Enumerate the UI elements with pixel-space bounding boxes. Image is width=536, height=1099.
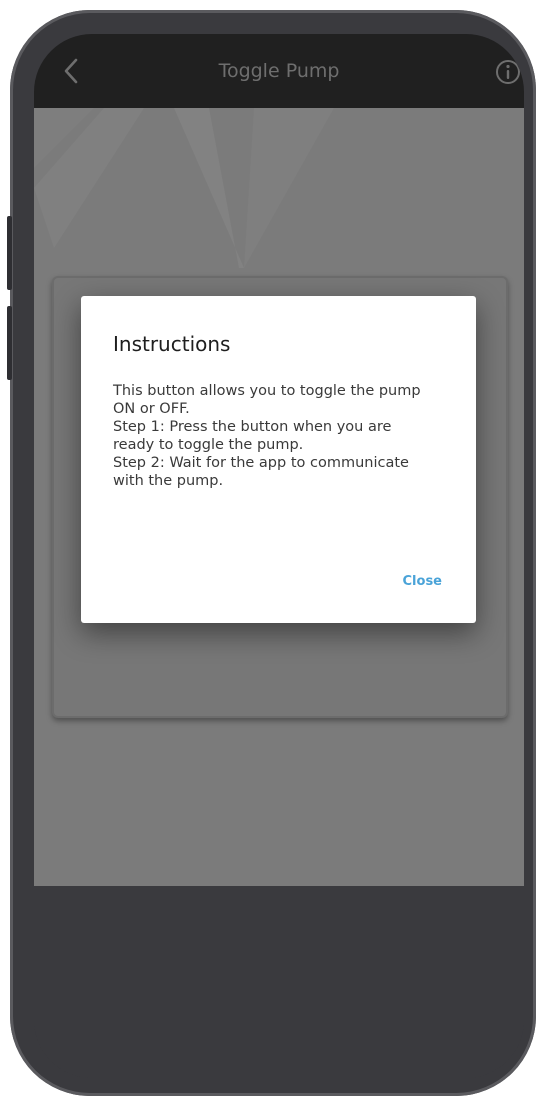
close-button[interactable]: Close — [403, 574, 442, 589]
dialog-line: ON or OFF. — [113, 401, 190, 417]
dialog-line: with the pump. — [113, 473, 224, 489]
volume-up-button — [7, 216, 12, 290]
app-header: Toggle Pump — [34, 34, 524, 108]
info-button[interactable] — [494, 58, 522, 86]
dialog-line: ready to toggle the pump. — [113, 437, 304, 453]
bottom-area — [34, 886, 524, 1078]
info-circle-icon — [496, 60, 520, 84]
dialog-body: This button allows you to toggle the pum… — [113, 382, 453, 490]
dialog-line: Step 2: Wait for the app to communicate — [113, 455, 409, 471]
instructions-dialog: Instructions This button allows you to t… — [81, 296, 476, 623]
dialog-line: Step 1: Press the button when you are — [113, 419, 392, 435]
page-title: Toggle Pump — [218, 60, 340, 82]
volume-down-button — [7, 306, 12, 380]
dialog-title: Instructions — [113, 332, 231, 356]
dialog-line: This button allows you to toggle the pum… — [113, 383, 421, 399]
